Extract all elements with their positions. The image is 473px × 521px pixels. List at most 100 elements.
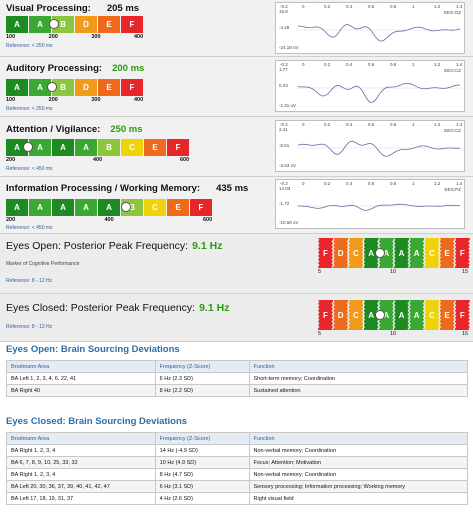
- visual-processing-label: Visual Processing:: [6, 3, 91, 14]
- column-header: Frequency (Z-Score): [154, 432, 250, 445]
- visual-scale-ticks: 100 200 300 400: [6, 34, 206, 41]
- attention-scale-ticks: 200 400 600: [6, 157, 206, 164]
- peak-scale-tick: 10: [390, 331, 397, 337]
- attention-label: Attention / Vigilance:: [6, 124, 101, 135]
- peak-grade-cell: C: [424, 300, 440, 330]
- wave-channel-label: EEG:PZ: [444, 187, 461, 192]
- eyes-closed-peak-title: Eyes Closed: Posterior Peak Frequency: 9.…: [6, 302, 229, 314]
- visual-reference: Reference: < 250 ms: [6, 43, 53, 49]
- info-grade-scale: AAAAABCEF: [6, 199, 213, 216]
- eyes-closed-peak-section: Eyes Closed: Posterior Peak Frequency: 9.…: [0, 294, 473, 342]
- table-cell: BA Right 1, 2, 3, 4: [6, 468, 156, 481]
- wave-time-tick: 0.4: [346, 181, 353, 186]
- table-row: BA Right 40 8 Hz (2.2 SD) Sustained attent…: [6, 384, 468, 397]
- wave-time-tick: 0: [302, 122, 305, 127]
- table-cell: Non-verbal memory; Coordination: [248, 444, 468, 457]
- visual-processing-value: 205 ms: [106, 3, 140, 14]
- erp-trace: [296, 140, 462, 157]
- scale-tick: 400: [134, 34, 144, 40]
- visual-grade-scale: AABDEF: [6, 16, 144, 33]
- peak-grade-cell: D: [333, 238, 349, 268]
- wave-amplitude-label: -10.58 uV: [279, 220, 299, 225]
- peak-grade-cell: C: [424, 238, 440, 268]
- wave-time-tick: 0.8: [390, 4, 397, 9]
- auditory-grade-scale: AABDEF: [6, 79, 144, 96]
- column-header: Function: [248, 360, 468, 373]
- grade-cell-a: A: [6, 16, 28, 33]
- table-cell: 6 Hz (3.1 SD): [154, 480, 250, 493]
- wave-time-tick: 1: [412, 122, 415, 127]
- eyes-closed-peak-value: 9.1 Hz: [199, 302, 230, 314]
- eyes-closed-peak-reference: Reference: 8 - 12 Hz: [6, 324, 53, 330]
- erp-trace: [296, 83, 462, 103]
- scale-tick: 100: [6, 34, 16, 40]
- wave-time-tick: 1: [412, 4, 415, 9]
- table-cell: BA Right 40: [6, 384, 156, 397]
- scale-tick: 300: [91, 97, 101, 103]
- auditory-processing-section: Auditory Processing: 200 ms AABDEF 100 200…: [0, 57, 473, 117]
- wave-channel-label: EEG:CZ: [444, 128, 461, 133]
- grade-cell-d: D: [75, 16, 97, 33]
- scale-tick: 600: [203, 217, 213, 223]
- eyes-open-peak-section: Eyes Open: Posterior Peak Frequency: 9.1 …: [0, 234, 473, 294]
- grade-cell-a: A: [75, 139, 97, 156]
- info-processing-section: Information Processing / Working Memory:…: [0, 177, 473, 234]
- table-cell: Focus; Attention; Motivation: [248, 456, 468, 469]
- eyes-closed-peak-scale: F D C A A A A C E F 5 10 15: [318, 298, 473, 342]
- wave-time-tick: 1.2: [434, 122, 441, 127]
- wave-time-tick: 1: [412, 62, 415, 67]
- wave-time-tick: 0.6: [368, 62, 375, 67]
- wave-amplitude-label: -24.18 uV: [279, 45, 299, 50]
- table-cell: BA Left 1, 2, 3, 4, 6, 22, 41: [6, 372, 156, 385]
- table-row: BA Right 1, 2, 3, 4 14 Hz (-4.9 SD) Non-ve…: [6, 444, 468, 457]
- grade-cell-c: C: [121, 139, 143, 156]
- wave-time-tick: 1.2: [434, 181, 441, 186]
- table-row: BA Right 1, 2, 3, 48 Hz (4.7 SD) Non-verb…: [6, 468, 468, 481]
- attention-erp-waveform: -0.2 0 0.2 0.4 0.6 0.8 1 1.2 1.4 2.41 -0.61 -3.63 u…: [275, 120, 465, 172]
- table-cell: Right visual field: [248, 492, 468, 505]
- eyes-closed-deviations-table: Brodmann Area Frequency (Z-Score) Function…: [6, 432, 468, 505]
- wave-amplitude-label: 2.41: [279, 127, 288, 132]
- grade-cell-e: E: [98, 79, 120, 96]
- wave-time-tick: 0: [302, 62, 305, 67]
- wave-amplitude-label: 15.8: [279, 9, 288, 14]
- eyes-open-peak-value: 9.1 Hz: [192, 240, 223, 252]
- eyes-closed-peak-label: Eyes Closed: Posterior Peak Frequency:: [6, 302, 196, 314]
- auditory-processing-title: Auditory Processing: 200 ms: [6, 63, 144, 74]
- grade-cell-a: A: [29, 199, 51, 216]
- wave-time-tick: 1.2: [434, 4, 441, 9]
- wave-time-tick: 0.8: [390, 122, 397, 127]
- peak-scale-tick: 5: [318, 269, 322, 275]
- wave-time-tick: 0.6: [368, 122, 375, 127]
- grade-cell-a: A: [6, 79, 28, 96]
- peak-grade-cell: D: [333, 300, 349, 330]
- wave-amplitude-label: -3.63 uV: [279, 163, 297, 168]
- grade-cell-a: A: [6, 199, 28, 216]
- eyes-open-peak-title: Eyes Open: Posterior Peak Frequency: 9.1 …: [6, 240, 222, 252]
- table-cell: Short-term memory; Coordination: [248, 372, 468, 385]
- wave-time-tick: 1.4: [456, 181, 463, 186]
- wave-time-tick: 0: [302, 4, 305, 9]
- peak-scale-tick: 10: [390, 269, 397, 275]
- auditory-erp-waveform: -0.2 0 0.2 0.4 0.6 0.8 1 1.2 1.4 1.77 0.23 -1.31 uV…: [275, 60, 465, 112]
- attention-section: Attention / Vigilance: 250 ms AAAABCEF 20…: [0, 117, 473, 177]
- peak-grade-cell: C: [348, 238, 364, 268]
- grade-cell-c: C: [144, 199, 166, 216]
- wave-amplitude-label: 0.23: [279, 83, 288, 88]
- peak-grade-cell: C: [348, 300, 364, 330]
- wave-amplitude-label: -0.61: [279, 143, 290, 148]
- auditory-reference: Reference: < 250 ms: [6, 106, 53, 112]
- eyes-open-peak-label: Eyes Open: Posterior Peak Frequency:: [6, 240, 189, 252]
- wave-time-tick: 1: [412, 181, 415, 186]
- table-cell: 8 Hz (4.7 SD): [154, 468, 250, 481]
- visual-erp-waveform: -0.2 0 0.2 0.4 0.6 0.8 1 1.2 1.4 15.8 -4.28 -24.18 …: [275, 2, 465, 54]
- peak-grade-cell: A: [394, 238, 409, 268]
- peak-grade-cell: E: [439, 238, 455, 268]
- table-cell: 6 Hz (2.3 SD): [154, 372, 250, 385]
- scale-tick: 200: [48, 97, 58, 103]
- visual-processing-title: Visual Processing: 205 ms: [6, 3, 139, 14]
- grade-cell-a: A: [98, 199, 120, 216]
- info-reference: Reference: < 450 ms: [6, 225, 53, 231]
- column-header: Brodmann Area: [6, 432, 156, 445]
- column-header: Function: [248, 432, 468, 445]
